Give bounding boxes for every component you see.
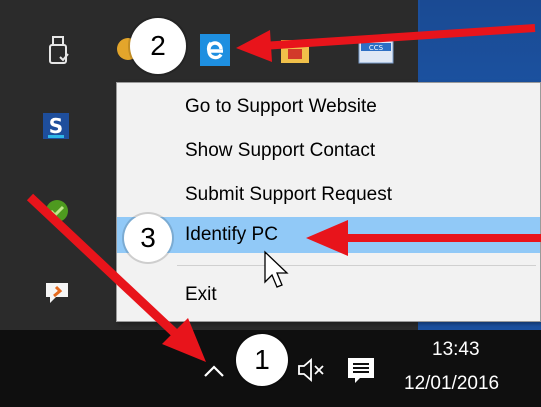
support-context-menu: Go to Support Website Show Support Conta… (116, 82, 541, 322)
ccs-app-icon[interactable]: CCS (356, 36, 396, 68)
action-center-icon (348, 358, 374, 383)
menu-separator (177, 265, 536, 266)
step-2-label: 2 (150, 30, 166, 61)
step-1-badge: 1 (236, 334, 288, 386)
menu-item-label: Show Support Contact (185, 140, 376, 161)
step-2-badge: 2 (130, 18, 186, 74)
menu-item-label: Submit Support Request (185, 184, 393, 205)
s-app-icon[interactable]: S (38, 108, 74, 144)
menu-item-label: Go to Support Website (185, 96, 377, 117)
chat-bubble-icon[interactable] (40, 276, 74, 310)
step-3-label: 3 (140, 222, 156, 253)
clock-time[interactable]: 13:43 (432, 339, 480, 361)
network-folder-icon[interactable] (278, 36, 312, 68)
step-1-label: 1 (254, 344, 270, 375)
menu-item-go-to-support-website[interactable]: Go to Support Website (117, 89, 540, 125)
svg-text:S: S (49, 114, 63, 138)
menu-item-show-support-contact[interactable]: Show Support Contact (117, 133, 540, 169)
menu-item-identify-pc[interactable]: Identify PC (117, 217, 540, 253)
menu-item-label: Exit (185, 284, 217, 305)
clock-date[interactable]: 12/01/2016 (404, 373, 499, 395)
step-3-badge: 3 (124, 214, 172, 262)
svg-text:CCS: CCS (369, 44, 384, 52)
action-center-button[interactable] (344, 352, 378, 388)
menu-item-submit-support-request[interactable]: Submit Support Request (117, 177, 540, 213)
menu-item-label: Identify PC (185, 224, 278, 245)
chevron-up-icon (204, 365, 224, 377)
volume-muted-button[interactable] (293, 352, 329, 388)
volume-muted-icon (298, 358, 324, 382)
edge-e-icon[interactable] (198, 32, 232, 68)
green-app-icon[interactable] (42, 196, 72, 226)
show-hidden-icons-button[interactable] (200, 350, 228, 390)
usb-drive-icon[interactable] (40, 32, 76, 68)
menu-item-exit[interactable]: Exit (117, 277, 540, 313)
